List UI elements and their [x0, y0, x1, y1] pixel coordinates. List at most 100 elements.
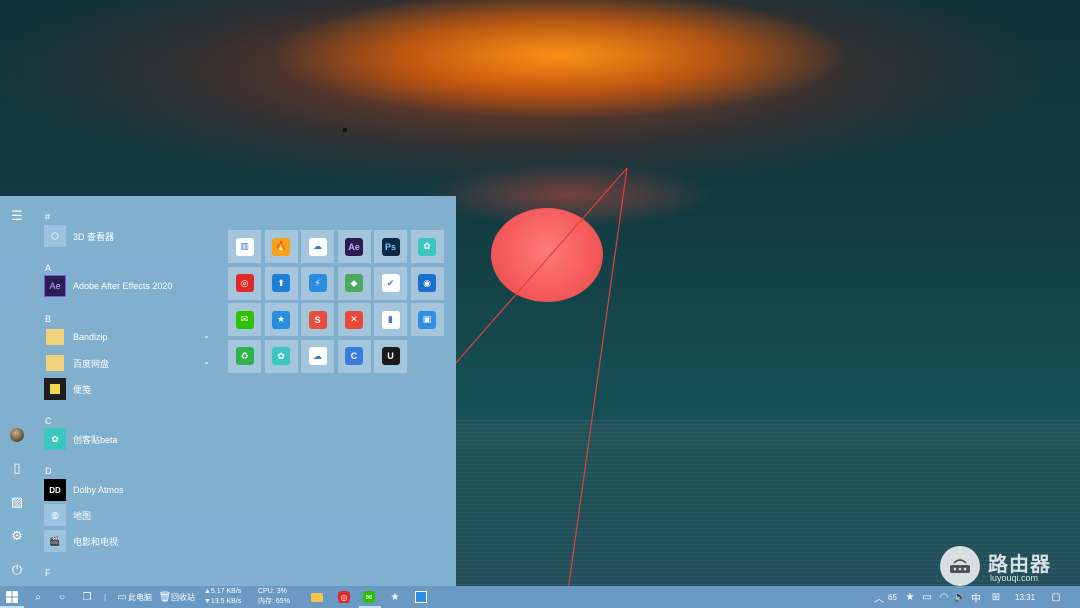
- section-header-d[interactable]: D: [45, 466, 52, 476]
- taskbar-app-netease-music[interactable]: ◎: [338, 586, 350, 608]
- start-tile[interactable]: ★: [264, 303, 298, 336]
- taskbar-app-star[interactable]: ★: [389, 586, 401, 608]
- start-tile[interactable]: ✕: [337, 303, 371, 336]
- settings-gear-icon[interactable]: ⚙: [9, 528, 25, 544]
- section-header-f[interactable]: F: [45, 568, 51, 578]
- start-tile[interactable]: ◉: [410, 266, 444, 300]
- diamond-app-icon: ◆: [345, 274, 363, 292]
- documents-icon[interactable]: ▯: [9, 460, 25, 476]
- app-item-after-effects[interactable]: Ae Adobe After Effects 2020: [44, 274, 220, 298]
- app-item-sticky-notes[interactable]: 便笺: [44, 377, 220, 401]
- start-tile[interactable]: S: [301, 303, 334, 336]
- computer-icon: ▭: [117, 591, 127, 603]
- windows-start-button[interactable]: [6, 586, 18, 608]
- start-tile[interactable]: ◆: [337, 266, 371, 300]
- taskbar-app-explorer[interactable]: [311, 586, 323, 608]
- start-tile[interactable]: ▮: [374, 303, 407, 336]
- start-tile[interactable]: ♻: [228, 339, 261, 373]
- ime-language[interactable]: 中: [971, 586, 981, 608]
- upload-speed: ▲5.17 KB/s: [204, 588, 242, 595]
- chevron-down-icon[interactable]: ⌄: [203, 357, 210, 366]
- start-tile[interactable]: ☁: [301, 230, 334, 263]
- cortana-button[interactable]: ○: [56, 586, 68, 608]
- start-tile[interactable]: ✿: [264, 339, 298, 373]
- bar-chart-app-icon: ▥: [235, 237, 254, 256]
- system-clock[interactable]: 13:31: [1015, 586, 1035, 608]
- start-menu-rail: ☰ ▯ ▨ ⚙ ⏻: [0, 196, 34, 586]
- app-item-bandizip[interactable]: Bandizip ⌄: [44, 325, 220, 349]
- app-item-maps[interactable]: ◍ 地图: [44, 503, 220, 527]
- app-item-baidu-netdisk[interactable]: 百度网盘 ⌄: [44, 351, 220, 375]
- x-app-icon: ✕: [345, 310, 363, 329]
- cortana-circle-icon: ○: [58, 591, 66, 603]
- keyboard-grid-icon: ⊞: [991, 591, 1001, 603]
- tray-volume[interactable]: 🔈: [954, 586, 966, 608]
- app-item-label: Bandizip: [73, 332, 108, 342]
- section-header-hash[interactable]: #: [45, 212, 50, 222]
- app-item-movies-tv[interactable]: 🎬 电影和电视: [44, 529, 220, 553]
- cloud-app-icon: ☁: [308, 347, 327, 365]
- app-item-label: 电影和电视: [73, 536, 119, 547]
- start-tile[interactable]: ✿: [410, 230, 444, 263]
- app-item-3d-viewer[interactable]: ⬡ 3D 查看器: [44, 224, 220, 248]
- app-item-label: 3D 查看器: [73, 231, 115, 242]
- cpu-value: 3%: [276, 588, 287, 595]
- start-tile[interactable]: C: [337, 339, 371, 373]
- recycle-app-icon: ♻: [235, 347, 254, 365]
- notification-icon: ▢: [1051, 591, 1061, 603]
- ime-label: 中: [971, 593, 981, 605]
- recycle-bin-shortcut[interactable]: 🗑 回收站: [159, 586, 195, 608]
- start-tile[interactable]: ⚡: [301, 266, 334, 300]
- start-tile[interactable]: ⬆: [264, 266, 298, 300]
- taskbar-app-wechat[interactable]: ✉: [363, 586, 375, 608]
- folder-icon: [44, 326, 66, 348]
- tray-counter[interactable]: 65: [888, 586, 897, 608]
- annotation-arrow-taskbar: [566, 167, 628, 599]
- task-view-button[interactable]: ❐: [81, 586, 93, 608]
- start-tile[interactable]: ✉: [228, 303, 261, 336]
- tray-network[interactable]: ◠: [938, 586, 950, 608]
- action-center-button[interactable]: ▢: [1050, 586, 1062, 608]
- taskbar-app-window[interactable]: [415, 586, 427, 608]
- section-header-b[interactable]: B: [45, 314, 51, 324]
- this-pc-shortcut[interactable]: ▭ 此电脑: [116, 586, 152, 608]
- app-item-label: 百度网盘: [73, 358, 110, 369]
- app-item-chuangketie[interactable]: ✿ 创客贴beta: [44, 427, 220, 451]
- app-item-label: 创客贴beta: [73, 434, 118, 445]
- baidu-netdisk-icon: ☁: [308, 237, 327, 256]
- tray-star[interactable]: ★: [904, 586, 916, 608]
- tray-battery[interactable]: ▭: [921, 586, 933, 608]
- section-header-c[interactable]: C: [45, 416, 52, 426]
- image-app-icon: ▣: [418, 310, 436, 329]
- chevron-down-icon[interactable]: ⌄: [203, 331, 210, 340]
- c-app-icon: C: [345, 347, 363, 365]
- start-tile[interactable]: 🔥: [264, 230, 298, 263]
- search-button[interactable]: ⌕: [32, 586, 44, 608]
- start-tile[interactable]: ☁: [301, 339, 334, 373]
- wifi-icon: ◠: [939, 591, 949, 603]
- start-tile[interactable]: Ps: [374, 230, 407, 263]
- app-item-dolby-atmos[interactable]: DD Dolby Atmos: [44, 478, 220, 502]
- flame-app-icon: 🔥: [272, 237, 290, 256]
- start-tile[interactable]: ▣: [410, 303, 444, 336]
- power-icon[interactable]: ⏻: [9, 562, 25, 578]
- pictures-icon[interactable]: ▨: [9, 494, 25, 510]
- photoshop-icon: Ps: [381, 237, 400, 256]
- ime-mode[interactable]: ⊞: [990, 586, 1002, 608]
- movies-tv-icon: 🎬: [44, 530, 66, 552]
- volume-icon: 🔈: [953, 591, 967, 603]
- hamburger-menu-icon[interactable]: ☰: [9, 208, 25, 224]
- watermark-logo: 路由器 luyouqi.com: [940, 546, 1070, 586]
- tray-number: 65: [888, 592, 897, 602]
- section-header-a[interactable]: A: [45, 263, 51, 273]
- user-avatar[interactable]: [10, 428, 24, 442]
- app-item-label: Dolby Atmos: [73, 485, 124, 495]
- start-tile[interactable]: Ae: [337, 230, 371, 263]
- clock-time: 13:31: [1015, 592, 1036, 602]
- start-tile[interactable]: ◎: [228, 266, 261, 300]
- tray-overflow-chevron[interactable]: ︿: [873, 586, 885, 608]
- start-tile[interactable]: ▥: [228, 230, 261, 263]
- start-tile[interactable]: U: [374, 339, 407, 373]
- battery-icon: ▭: [922, 591, 932, 603]
- start-tile[interactable]: ✔: [374, 266, 407, 300]
